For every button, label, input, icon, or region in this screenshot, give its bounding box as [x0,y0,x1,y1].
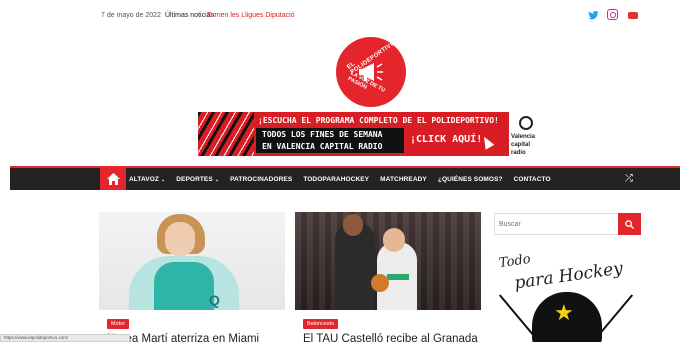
search-input[interactable] [494,213,618,235]
article-image[interactable] [295,212,481,310]
instagram-icon[interactable] [607,9,618,20]
main-navigation: ALTAVOZ ⌄ DEPORTES ⌄ PATROCINADORES TODOPA… [10,166,680,190]
twitter-icon[interactable] [587,9,599,21]
nav-item-quienes-somos[interactable]: ¿QUIÉNES SOMOS? [438,176,503,183]
search-button[interactable] [618,213,641,235]
shuffle-icon[interactable]: ⤮ [625,173,637,185]
nav-item-deportes[interactable]: DEPORTES ⌄ [176,176,219,183]
radio-banner-ad[interactable]: ¡ESCUCHA EL PROGRAMA COMPLETO DE EL POLI… [198,112,545,156]
article-card[interactable]: Q Motor Nerea Martí aterriza en Miami [99,212,285,342]
article-card[interactable]: Baloncesto El TAU Castelló recibe al Gra… [295,212,481,342]
nav-items: ALTAVOZ ⌄ DEPORTES ⌄ PATROCINADORES TODOPA… [129,168,562,190]
radio-brand-icon [519,116,533,130]
browser-status-bar: https://www.elpolideportivo.com/ [0,334,130,342]
home-button[interactable] [100,168,126,190]
star-icon: ★ [554,300,574,325]
current-date: 7 de mayo de 2022 [101,12,161,19]
category-badge[interactable]: Motor [107,319,130,329]
top-bar: 7 de mayo de 2022 Últimas noticias: Torn… [0,0,680,30]
nav-item-patrocinadores[interactable]: PATROCINADORES [230,176,292,183]
nav-item-todoparahockey[interactable]: TODOPARAHOCKEY [303,176,369,183]
nav-item-altavoz[interactable]: ALTAVOZ ⌄ [129,176,165,183]
category-badge[interactable]: Baloncesto [303,319,339,329]
banner-line-2: TODOS LOS FINES DE SEMANA [262,130,383,139]
chevron-down-icon: ⌄ [214,176,220,183]
sidebar-search [494,213,641,235]
nav-item-contacto[interactable]: CONTACTO [514,176,551,183]
breaking-news-link[interactable]: Tornen les Lligues Diputació [207,12,295,19]
chevron-down-icon: ⌄ [160,176,166,183]
home-icon [106,173,120,185]
nav-item-matchready[interactable]: MATCHREADY [380,176,427,183]
article-title[interactable]: El TAU Castelló recibe al Granada [303,333,478,342]
banner-stripes [198,112,254,156]
banner-headline: ¡ESCUCHA EL PROGRAMA COMPLETO DE EL POLI… [258,116,499,125]
banner-line-3: EN VALENCIA CAPITAL RADIO [262,142,383,151]
site-logo[interactable]: EL POLIDEPORTIVO LA VOZ DE TU PASIÓN [336,37,406,107]
radio-brand-text: Valencia capital radio [511,134,536,156]
widget-title-line-1: Todo [498,251,532,272]
search-icon [625,219,634,229]
radio-brand-logo: Valencia capital radio [509,112,545,156]
pointer-cursor-icon [479,134,495,150]
youtube-icon[interactable] [627,9,639,21]
banner-cta[interactable]: ¡CLICK AQUÍ! [410,134,482,145]
todo-para-hockey-widget[interactable]: Todo para Hockey ★ [494,248,641,342]
article-image[interactable]: Q [99,212,285,310]
